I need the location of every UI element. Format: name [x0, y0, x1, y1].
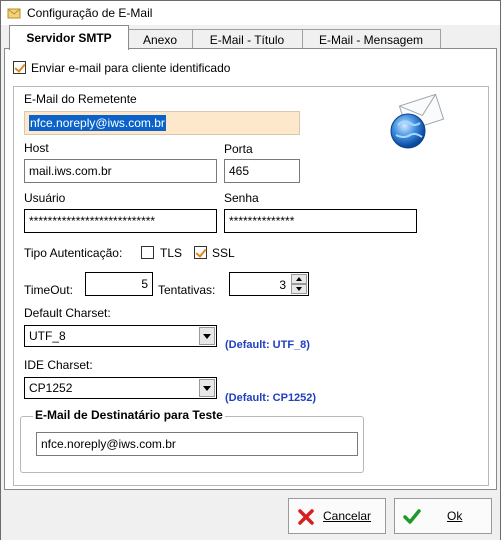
auth-type-label: Tipo Autenticação: — [24, 246, 123, 260]
password-field[interactable]: ************** — [224, 209, 417, 233]
tab-servidor-smtp[interactable]: Servidor SMTP — [9, 25, 129, 50]
tls-label: TLS — [160, 246, 183, 260]
tab-label: E-Mail - Título — [209, 32, 285, 47]
timeout-label: TimeOut: — [24, 283, 73, 297]
send-identified-checkbox[interactable] — [13, 61, 26, 74]
mail-app-icon — [7, 6, 21, 20]
tab-strip: E-Mail - Mensagem E-Mail - Título Anexo … — [1, 25, 500, 50]
timeout-value: 5 — [141, 277, 148, 291]
attempts-label: Tentativas: — [158, 283, 216, 297]
password-value: ************** — [229, 214, 295, 228]
sender-email-value: nfce.noreply@iws.com.br — [29, 115, 166, 131]
ssl-checkbox[interactable] — [194, 246, 207, 259]
ide-charset-hint: (Default: CP1252) — [225, 392, 317, 404]
user-value: *************************** — [29, 214, 156, 228]
ssl-label: SSL — [212, 246, 235, 260]
timeout-field[interactable]: 5 — [85, 272, 153, 296]
check-icon — [403, 508, 421, 526]
attempts-value: 3 — [279, 278, 286, 292]
tab-label: Anexo — [142, 32, 178, 47]
default-charset-value: UTF_8 — [29, 329, 66, 343]
envelope-globe-icon — [386, 91, 448, 153]
ide-charset-label: IDE Charset: — [24, 358, 93, 372]
tab-e-mail-mensagem[interactable]: E-Mail - Mensagem — [301, 29, 441, 49]
default-charset-label: Default Charset: — [24, 306, 111, 320]
password-label: Senha — [224, 191, 259, 205]
tab-e-mail-titulo[interactable]: E-Mail - Título — [191, 29, 303, 49]
spin-down-button[interactable] — [291, 284, 307, 294]
port-label: Porta — [224, 142, 253, 156]
test-recipient-title: E-Mail de Destinatário para Teste — [33, 408, 225, 422]
port-field[interactable]: 465 — [224, 159, 300, 183]
host-value: mail.iws.com.br — [29, 164, 112, 178]
cancel-button[interactable]: Cancelar — [288, 498, 386, 534]
x-icon — [297, 508, 315, 526]
test-recipient-value: nfce.noreply@iws.com.br — [41, 437, 176, 451]
default-charset-select[interactable]: UTF_8 — [24, 325, 217, 347]
tls-checkbox[interactable] — [141, 246, 154, 259]
ok-button-label: Ok — [447, 509, 463, 523]
attempts-spinner[interactable]: 3 — [229, 272, 309, 296]
tab-label: E-Mail - Mensagem — [318, 32, 424, 47]
host-label: Host — [24, 141, 49, 155]
ok-button[interactable]: Ok — [394, 498, 492, 534]
port-value: 465 — [229, 164, 250, 178]
dialog-footer: Cancelar Ok — [1, 490, 500, 540]
host-field[interactable]: mail.iws.com.br — [24, 159, 217, 183]
spin-up-button[interactable] — [291, 274, 307, 284]
cancel-button-label: Cancelar — [323, 509, 372, 523]
sender-email-label: E-Mail do Remetente — [24, 92, 137, 106]
sender-email-field[interactable]: nfce.noreply@iws.com.br — [24, 111, 300, 135]
send-identified-label: Enviar e-mail para cliente identificado — [31, 61, 231, 75]
test-recipient-group: E-Mail de Destinatário para Teste nfce.n… — [20, 408, 364, 473]
window-title: Configuração de E-Mail — [27, 6, 153, 20]
chevron-down-icon[interactable] — [199, 327, 215, 345]
email-config-window: Configuração de E-Mail E-Mail - Mensagem… — [0, 0, 501, 540]
tab-label: Servidor SMTP — [26, 31, 112, 45]
tab-anexo[interactable]: Anexo — [127, 29, 193, 49]
test-recipient-field[interactable]: nfce.noreply@iws.com.br — [36, 432, 358, 456]
title-bar: Configuração de E-Mail — [1, 1, 500, 25]
tab-panel-servidor-smtp: Enviar e-mail para cliente identificado … — [4, 48, 497, 490]
user-field[interactable]: *************************** — [24, 209, 217, 233]
ide-charset-select[interactable]: CP1252 — [24, 377, 217, 399]
user-label: Usuário — [24, 191, 66, 205]
default-charset-hint: (Default: UTF_8) — [225, 339, 310, 351]
attempts-spin-buttons — [291, 274, 307, 294]
ide-charset-value: CP1252 — [29, 381, 73, 395]
chevron-down-icon[interactable] — [199, 379, 215, 397]
